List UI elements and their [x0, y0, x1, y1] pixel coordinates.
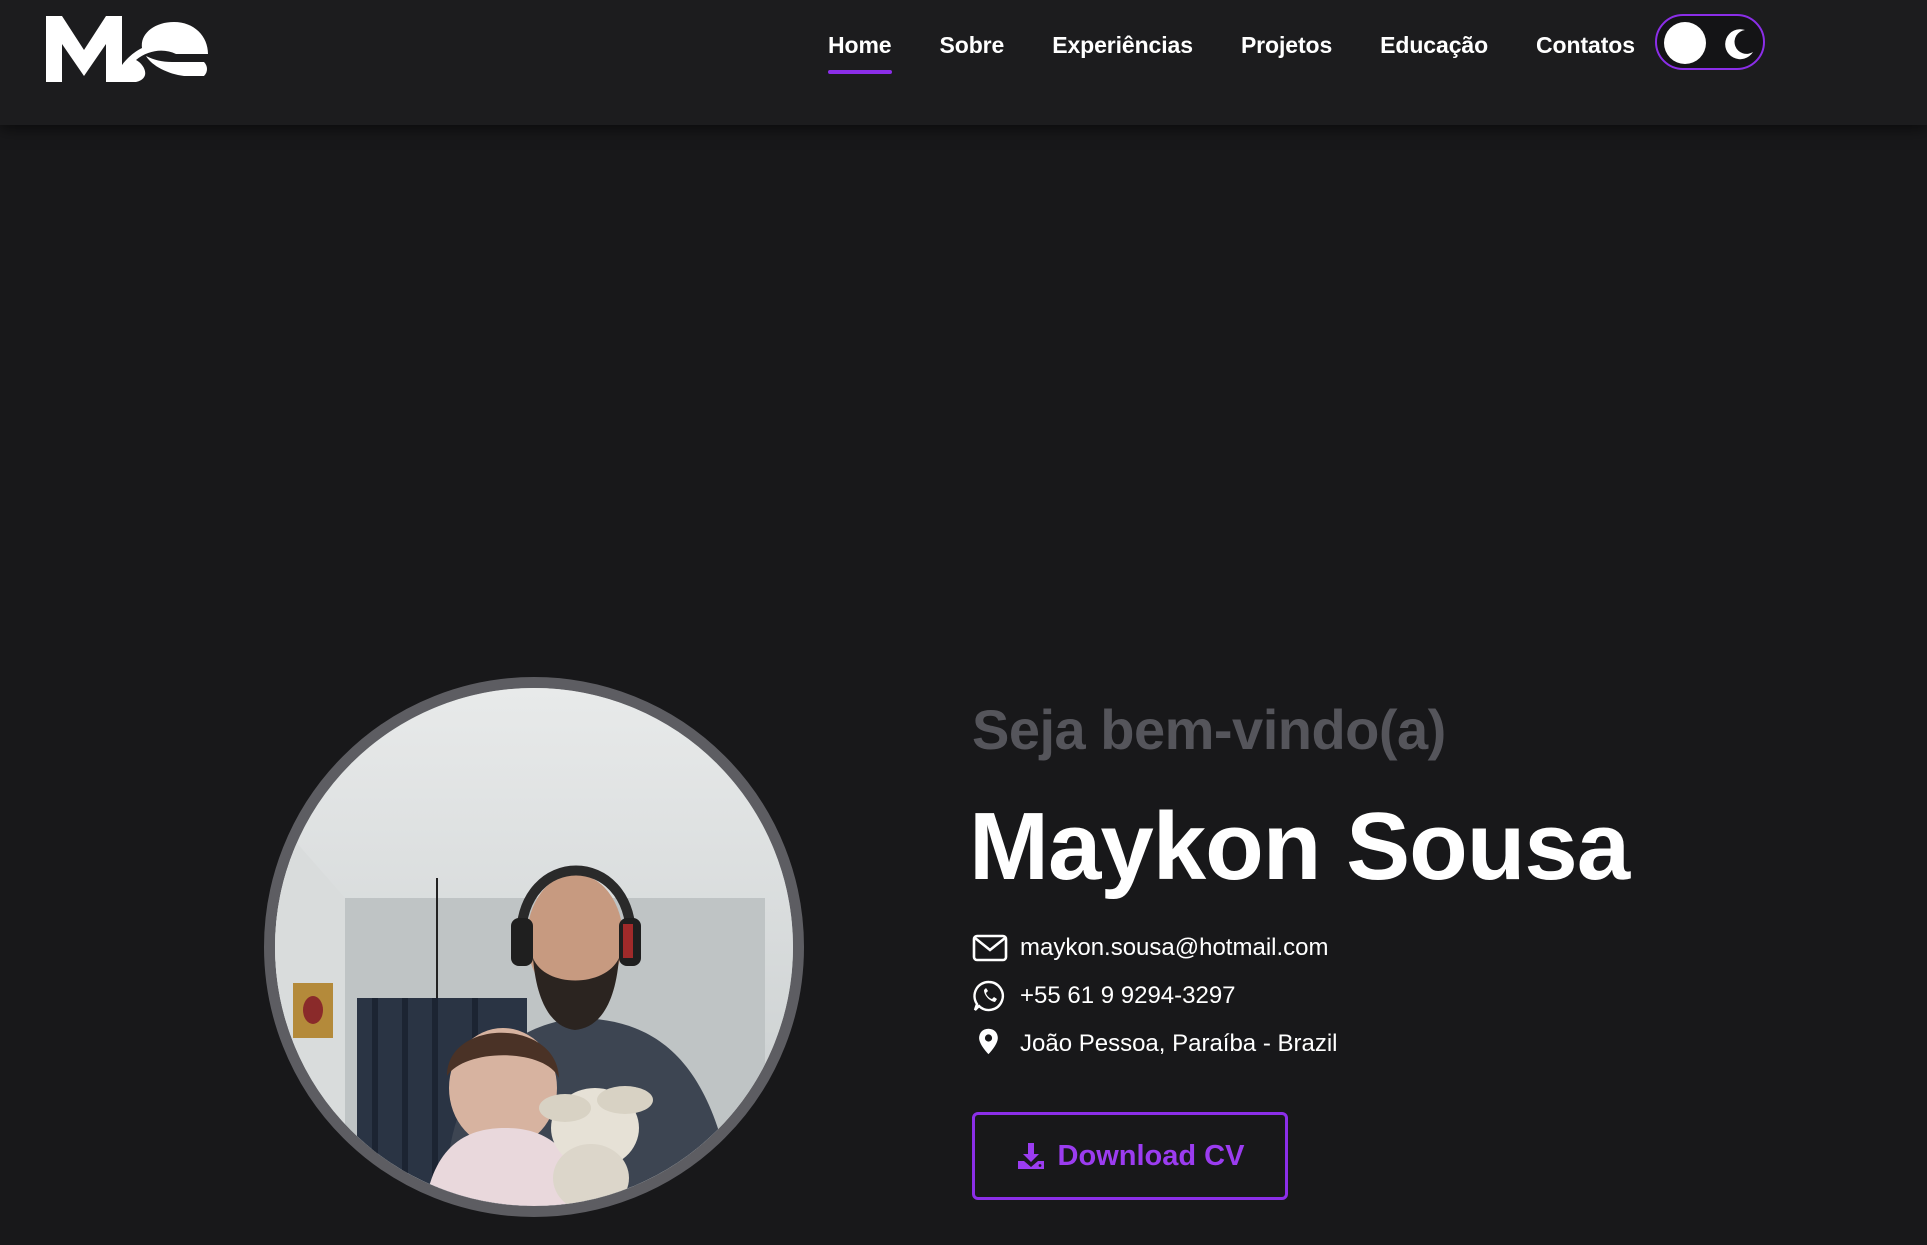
nav-home[interactable]: Home [828, 32, 892, 74]
nav-projetos[interactable]: Projetos [1241, 32, 1332, 59]
theme-toggle[interactable] [1655, 14, 1765, 70]
nav-sobre[interactable]: Sobre [940, 32, 1005, 59]
nav-menu: Home Sobre Experiências Projetos Educaçã… [828, 0, 1635, 90]
site-logo[interactable] [44, 14, 208, 84]
nav-experiencias[interactable]: Experiências [1052, 32, 1193, 59]
contact-location: João Pessoa, Paraíba - Brazil [972, 1024, 1338, 1064]
nav-contatos[interactable]: Contatos [1536, 32, 1635, 59]
hero-name: Maykon Sousa [969, 793, 1630, 900]
phone-text: +55 61 9 9294-3297 [1020, 982, 1236, 1009]
envelope-icon [972, 931, 1010, 965]
toggle-knob [1664, 22, 1706, 64]
moon-icon [1725, 29, 1753, 60]
email-text: maykon.sousa@hotmail.com [1020, 934, 1329, 961]
download-icon [1017, 1143, 1044, 1169]
nav-educacao[interactable]: Educação [1380, 32, 1488, 59]
location-pin-icon [972, 1027, 1010, 1061]
whatsapp-icon [972, 979, 1010, 1013]
contact-email[interactable]: maykon.sousa@hotmail.com [972, 928, 1328, 968]
navbar: Home Sobre Experiências Projetos Educaçã… [0, 0, 1927, 125]
profile-photo-illustration [275, 688, 793, 1206]
download-cv-button[interactable]: Download CV [972, 1112, 1288, 1200]
profile-photo [264, 677, 804, 1217]
location-text: João Pessoa, Paraíba - Brazil [1020, 1030, 1338, 1057]
download-cv-label: Download CV [1057, 1139, 1245, 1172]
contact-phone[interactable]: +55 61 9 9294-3297 [972, 976, 1236, 1016]
greeting-text: Seja bem-vindo(a) [972, 698, 1446, 761]
